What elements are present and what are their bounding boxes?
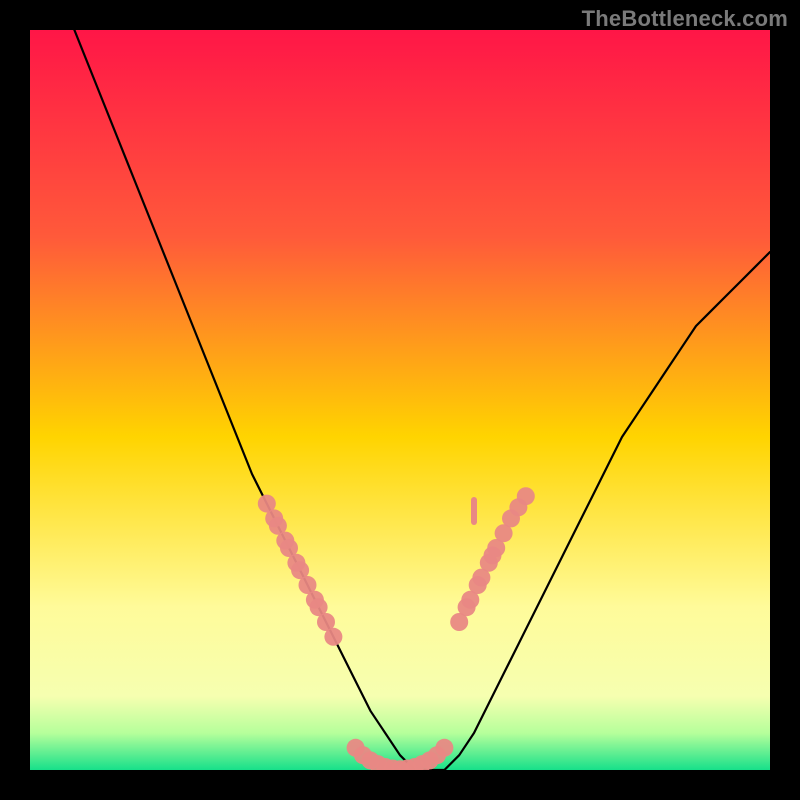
marker-right-cluster-markers — [517, 487, 535, 505]
gradient-background — [30, 30, 770, 770]
chart-frame: TheBottleneck.com — [0, 0, 800, 800]
watermark-text: TheBottleneck.com — [582, 6, 788, 32]
marker-left-cluster-markers — [324, 628, 342, 646]
tick-right-tick-marker — [471, 497, 477, 525]
chart-svg — [30, 30, 770, 770]
marker-valley-markers — [435, 739, 453, 757]
plot-area — [30, 30, 770, 770]
